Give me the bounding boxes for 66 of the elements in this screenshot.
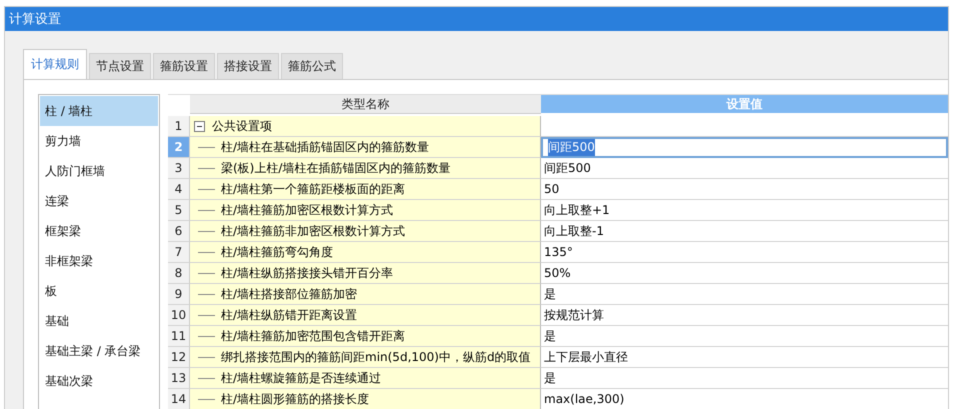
sidebar-item[interactable]: 连梁: [40, 186, 158, 216]
sidebar-item[interactable]: 非框架梁: [40, 246, 158, 276]
setting-name: 柱/墙柱螺旋箍筋是否连续通过: [221, 370, 382, 386]
tree-line: [198, 146, 215, 148]
setting-name: 柱/墙柱搭接部位箍筋加密: [221, 286, 358, 302]
sidebar-item[interactable]: 基础: [40, 306, 158, 336]
row-number: 14: [168, 389, 190, 409]
tab[interactable]: 箍筋公式: [281, 53, 343, 79]
tab[interactable]: 节点设置: [89, 53, 151, 79]
tree-line: [198, 356, 215, 358]
tree-line: [198, 272, 215, 274]
row-number: 10: [168, 305, 190, 326]
setting-name: 梁(板)上柱/墙柱在插筋锚固区内的箍筋数量: [221, 160, 450, 176]
window-title: 计算设置: [9, 11, 61, 28]
row-number: 5: [168, 200, 190, 221]
row-number: 1: [168, 116, 190, 137]
setting-name: 柱/墙柱圆形箍筋的搭接长度: [221, 390, 370, 408]
tree-line: [198, 398, 215, 400]
setting-name: 柱/墙柱箍筋加密区根数计算方式: [221, 202, 394, 218]
tree-line: [198, 188, 215, 190]
setting-name: 柱/墙柱第一个箍筋距楼板面的距离: [221, 180, 406, 198]
setting-value: 135°: [544, 245, 573, 259]
row-number: 9: [168, 284, 190, 305]
setting-value: 向上取整+1: [544, 202, 610, 218]
setting-value: 向上取整-1: [544, 222, 604, 240]
tree-line: [198, 230, 215, 232]
tree-line: [198, 314, 215, 316]
row-number: 6: [168, 221, 190, 242]
sidebar-item[interactable]: 柱 / 墙柱: [40, 96, 158, 126]
setting-value: 是: [544, 370, 556, 386]
setting-name: 绑扎搭接范围内的箍筋间距min(5d,100)中，纵筋d的取值: [221, 348, 531, 366]
column-header: 设置值: [541, 95, 948, 113]
tab[interactable]: 搭接设置: [217, 53, 279, 79]
group-label: 公共设置项: [212, 118, 272, 134]
sidebar-item[interactable]: 板: [40, 276, 158, 306]
tab[interactable]: 计算规则: [23, 49, 87, 79]
row-number: 4: [168, 179, 190, 200]
setting-name: 柱/墙柱纵筋错开距离设置: [221, 306, 358, 324]
setting-value: 按规范计算: [544, 306, 604, 324]
row-number: 3: [168, 158, 190, 179]
setting-value: 是: [544, 286, 556, 302]
setting-name: 柱/墙柱箍筋加密范围包含错开距离: [221, 328, 406, 344]
row-number: 7: [168, 242, 190, 263]
setting-value: 上下层最小直径: [544, 348, 628, 366]
sidebar-item[interactable]: 基础主梁 / 承台梁: [40, 336, 158, 366]
row-number: 8: [168, 263, 190, 284]
setting-value: 是: [544, 328, 556, 344]
setting-value: 间距500: [544, 160, 591, 176]
sidebar-item[interactable]: 人防门框墙: [40, 156, 158, 186]
sidebar-item[interactable]: 框架梁: [40, 216, 158, 246]
row-number: 13: [168, 368, 190, 389]
row-number: 2: [168, 137, 190, 158]
setting-name: 柱/墙柱箍筋弯勾角度: [221, 244, 334, 260]
row-number: 12: [168, 347, 190, 368]
tab[interactable]: 箍筋设置: [153, 53, 215, 79]
setting-name: 柱/墙柱纵筋搭接接头错开百分率: [221, 264, 394, 282]
column-header: 类型名称: [190, 95, 541, 114]
setting-name: 柱/墙柱箍筋非加密区根数计算方式: [221, 222, 406, 240]
collapse-toggle[interactable]: [194, 120, 205, 132]
setting-value: 50: [544, 182, 560, 196]
row-number: 11: [168, 326, 190, 347]
sidebar-item[interactable]: 基础次梁: [40, 366, 158, 396]
sidebar-item[interactable]: 剪力墙: [40, 126, 158, 156]
setting-value: 50%: [544, 266, 571, 280]
setting-name: 柱/墙柱在基础插筋锚固区内的箍筋数量: [221, 138, 430, 156]
setting-value: max(lae,300): [544, 392, 624, 406]
